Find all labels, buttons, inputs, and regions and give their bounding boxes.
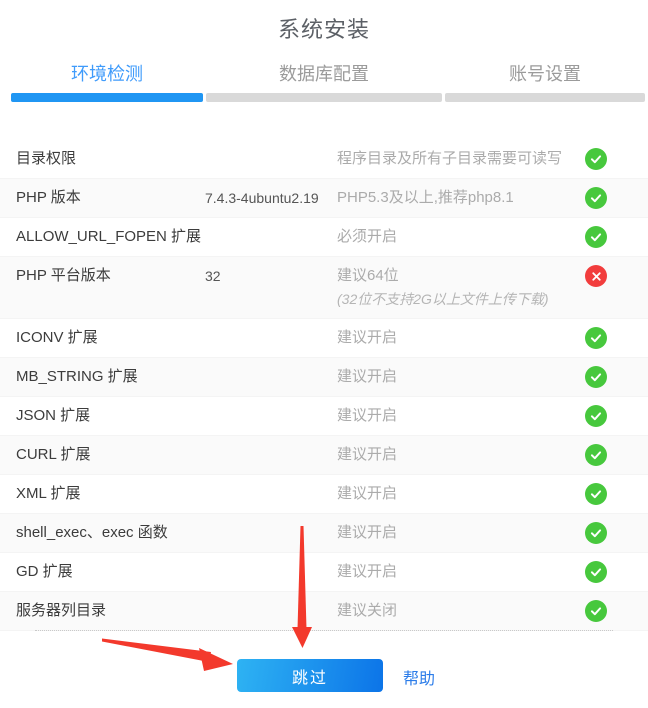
success-check-icon bbox=[585, 366, 607, 388]
check-item-status bbox=[585, 397, 607, 435]
check-item-requirement: 建议开启 bbox=[337, 514, 585, 552]
page-title: 系统安装 bbox=[0, 0, 648, 55]
check-item-status bbox=[585, 140, 607, 178]
requirement-text: 建议开启 bbox=[337, 368, 397, 385]
check-item-requirement: 程序目录及所有子目录需要可读写 bbox=[337, 140, 585, 178]
table-row: ALLOW_URL_FOPEN 扩展 必须开启 bbox=[0, 218, 648, 257]
table-row: JSON 扩展 建议开启 bbox=[0, 397, 648, 436]
requirement-text: 建议开启 bbox=[337, 407, 397, 424]
table-row: 目录权限 程序目录及所有子目录需要可读写 bbox=[0, 140, 648, 179]
check-item-requirement: PHP5.3及以上,推荐php8.1 bbox=[337, 179, 585, 217]
install-wizard: 系统安装 环境检测 数据库配置 账号设置 目录权限 程序目录及所有子目录需要可读写… bbox=[0, 0, 648, 708]
error-cross-icon bbox=[585, 265, 607, 287]
tab-account-settings[interactable]: 账号设置 bbox=[445, 60, 645, 86]
check-item-status bbox=[585, 436, 607, 474]
check-item-value: 7.4.3-4ubuntu2.19 bbox=[205, 179, 337, 217]
check-item-status bbox=[585, 257, 607, 295]
check-item-label: ALLOW_URL_FOPEN 扩展 bbox=[0, 218, 205, 256]
check-item-status bbox=[585, 514, 607, 552]
check-item-requirement: 建议开启 bbox=[337, 436, 585, 474]
help-link[interactable]: 帮助 bbox=[403, 665, 435, 689]
requirement-text: 程序目录及所有子目录需要可读写 bbox=[337, 150, 562, 167]
progress-segment bbox=[445, 93, 645, 102]
check-item-status bbox=[585, 358, 607, 396]
check-item-requirement: 建议64位 (32位不支持2G以上文件上传下载) bbox=[337, 257, 585, 318]
success-check-icon bbox=[585, 561, 607, 583]
check-table: 目录权限 程序目录及所有子目录需要可读写 PHP 版本7.4.3-4ubuntu2.… bbox=[0, 140, 648, 631]
check-item-value: 32 bbox=[205, 257, 337, 295]
check-item-status bbox=[585, 218, 607, 256]
success-check-icon bbox=[585, 148, 607, 170]
check-item-label: PHP 版本 bbox=[0, 179, 205, 217]
step-tabs: 环境检测 数据库配置 账号设置 bbox=[0, 55, 648, 87]
check-item-requirement: 建议关闭 bbox=[337, 592, 585, 630]
requirement-text: 建议开启 bbox=[337, 524, 397, 541]
progress-segment-active bbox=[11, 93, 203, 102]
footer: 跳过 帮助 bbox=[0, 659, 648, 695]
requirement-text: PHP5.3及以上,推荐php8.1 bbox=[337, 189, 514, 206]
check-item-requirement: 建议开启 bbox=[337, 358, 585, 396]
success-check-icon bbox=[585, 600, 607, 622]
check-item-label: CURL 扩展 bbox=[0, 436, 205, 474]
check-item-label: JSON 扩展 bbox=[0, 397, 205, 435]
check-item-label: 服务器列目录 bbox=[0, 592, 205, 630]
table-row: XML 扩展 建议开启 bbox=[0, 475, 648, 514]
check-item-status bbox=[585, 592, 607, 630]
requirement-text: 建议开启 bbox=[337, 485, 397, 502]
success-check-icon bbox=[585, 444, 607, 466]
step-progress-bar bbox=[0, 87, 648, 102]
table-row: PHP 平台版本32建议64位 (32位不支持2G以上文件上传下载) bbox=[0, 257, 648, 319]
check-item-status bbox=[585, 475, 607, 513]
check-item-status bbox=[585, 553, 607, 591]
table-row: ICONV 扩展 建议开启 bbox=[0, 319, 648, 358]
check-item-requirement: 建议开启 bbox=[337, 397, 585, 435]
check-item-label: XML 扩展 bbox=[0, 475, 205, 513]
success-check-icon bbox=[585, 226, 607, 248]
table-row: MB_STRING 扩展 建议开启 bbox=[0, 358, 648, 397]
table-row: shell_exec、exec 函数 建议开启 bbox=[0, 514, 648, 553]
tab-database-config[interactable]: 数据库配置 bbox=[206, 60, 442, 86]
requirement-text: 必须开启 bbox=[337, 228, 397, 245]
check-item-requirement: 建议开启 bbox=[337, 319, 585, 357]
requirement-text: 建议64位 bbox=[337, 267, 399, 284]
requirement-text: 建议开启 bbox=[337, 563, 397, 580]
check-item-requirement: 建议开启 bbox=[337, 475, 585, 513]
table-row: CURL 扩展 建议开启 bbox=[0, 436, 648, 475]
check-item-label: MB_STRING 扩展 bbox=[0, 358, 205, 396]
table-row: GD 扩展 建议开启 bbox=[0, 553, 648, 592]
success-check-icon bbox=[585, 483, 607, 505]
success-check-icon bbox=[585, 327, 607, 349]
tab-env-check[interactable]: 环境检测 bbox=[11, 60, 203, 86]
requirement-text: 建议开启 bbox=[337, 329, 397, 346]
check-item-status bbox=[585, 319, 607, 357]
check-item-requirement: 必须开启 bbox=[337, 218, 585, 256]
success-check-icon bbox=[585, 187, 607, 209]
progress-segment bbox=[206, 93, 442, 102]
check-item-status bbox=[585, 179, 607, 217]
requirement-text: 建议关闭 bbox=[337, 602, 397, 619]
success-check-icon bbox=[585, 522, 607, 544]
table-row: PHP 版本7.4.3-4ubuntu2.19PHP5.3及以上,推荐php8.… bbox=[0, 179, 648, 218]
check-item-requirement: 建议开启 bbox=[337, 553, 585, 591]
footer-divider bbox=[35, 630, 613, 631]
check-item-label: GD 扩展 bbox=[0, 553, 205, 591]
requirement-text: 建议开启 bbox=[337, 446, 397, 463]
success-check-icon bbox=[585, 405, 607, 427]
check-item-label: shell_exec、exec 函数 bbox=[0, 514, 205, 552]
skip-button[interactable]: 跳过 bbox=[237, 659, 383, 692]
check-item-label: PHP 平台版本 bbox=[0, 257, 205, 295]
check-item-label: ICONV 扩展 bbox=[0, 319, 205, 357]
table-row: 服务器列目录 建议关闭 bbox=[0, 592, 648, 631]
requirement-note: (32位不支持2G以上文件上传下载) bbox=[337, 290, 585, 318]
check-item-label: 目录权限 bbox=[0, 140, 205, 178]
